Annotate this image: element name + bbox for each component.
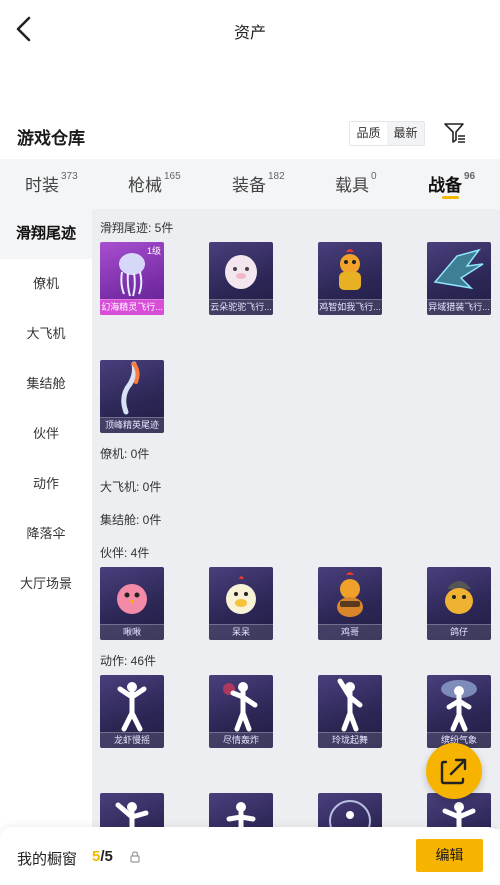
showcase-bar: 我的橱窗 5/5 编辑 — [0, 827, 500, 885]
item-card[interactable]: 呆呆 — [209, 567, 273, 640]
item-card[interactable]: 1级 幻海精灵飞行... — [100, 242, 164, 315]
dance-pose-icon — [223, 682, 258, 732]
edit-button[interactable]: 编辑 — [416, 839, 483, 872]
sidebar: 滑翔尾迹 僚机 大飞机 集结舱 伙伴 动作 降落伞 大厅场景 — [0, 209, 92, 829]
top-bar: 资产 — [0, 0, 500, 60]
tab-combat-gear[interactable]: 战备 96 — [428, 171, 475, 196]
chicken-robot-icon — [339, 249, 361, 290]
item-card[interactable] — [100, 793, 164, 829]
tab-fashion[interactable]: 时装 373 — [25, 171, 78, 196]
item-name: 鸡哥 — [318, 624, 382, 640]
item-name: 龙虾慢摇 — [100, 732, 164, 748]
sidebar-item-lobby-scene[interactable]: 大厅场景 — [0, 559, 92, 609]
bubble-pose-icon — [329, 800, 371, 829]
item-name: 呆呆 — [209, 624, 273, 640]
item-card[interactable]: 鸽仔 — [427, 567, 491, 640]
section-header-trail: 滑翔尾迹: 5件 — [100, 221, 174, 235]
item-card[interactable]: 鸡智如我飞行... — [318, 242, 382, 315]
rooster-guitar-icon — [337, 572, 363, 617]
item-card[interactable] — [318, 793, 382, 829]
sort-toggle: 品质 最新 — [349, 121, 425, 146]
sidebar-item-parachute[interactable]: 降落伞 — [0, 509, 92, 559]
lock-icon — [130, 851, 140, 863]
item-name: 幻海精灵飞行... — [100, 299, 164, 315]
sidebar-item-partner[interactable]: 伙伴 — [0, 409, 92, 459]
sort-option-newest[interactable]: 最新 — [387, 122, 424, 145]
item-name: 玲珑起舞 — [318, 732, 382, 748]
pink-chick-icon — [117, 584, 147, 614]
item-grid: 滑翔尾迹: 5件 1级 幻海精灵飞行... 云朵驼驼飞行... 鸡智如我飞行..… — [92, 209, 500, 829]
item-card[interactable]: 鸡哥 — [318, 567, 382, 640]
dance-pose-icon — [115, 802, 149, 829]
showcase-count: 5/5 — [92, 848, 113, 865]
section-header-pod: 集结舱: 0件 — [100, 513, 162, 527]
item-name: 顶峰精英尾迹 — [100, 417, 164, 433]
helmet-pigeon-icon — [445, 581, 473, 614]
dance-pose-icon — [337, 678, 363, 732]
tab-equipment[interactable]: 装备 182 — [232, 171, 285, 196]
item-card[interactable]: 尽情轰炸 — [209, 675, 273, 748]
warehouse-title: 游戏仓库 — [17, 129, 85, 148]
item-card[interactable]: 龙虾慢摇 — [100, 675, 164, 748]
active-tab-indicator — [442, 196, 459, 199]
sort-option-quality[interactable]: 品质 — [350, 122, 387, 145]
item-name: 鸽仔 — [427, 624, 491, 640]
sidebar-item-plane[interactable]: 大飞机 — [0, 309, 92, 359]
item-name: 啾啾 — [100, 624, 164, 640]
flame-trail-icon — [121, 361, 140, 415]
dance-pose-icon — [441, 680, 477, 732]
item-level: 1级 — [146, 246, 161, 256]
dragon-wing-icon — [433, 248, 484, 290]
page-title: 资产 — [233, 25, 266, 42]
category-tabs: 时装 373 枪械 165 装备 182 载具 0 战备 96 — [0, 159, 500, 209]
tab-vehicles[interactable]: 载具 0 — [335, 171, 377, 196]
fluffy-sheep-icon — [225, 255, 257, 289]
item-name: 尽情轰炸 — [209, 732, 273, 748]
item-name: 鸡智如我飞行... — [318, 299, 382, 315]
section-header-wingman: 僚机: 0件 — [100, 447, 150, 461]
item-card[interactable] — [209, 793, 273, 829]
sidebar-item-action[interactable]: 动作 — [0, 459, 92, 509]
sidebar-item-pod[interactable]: 集结舱 — [0, 359, 92, 409]
sidebar-item-trail[interactable]: 滑翔尾迹 — [0, 209, 92, 259]
showcase-label: 我的橱窗 — [17, 851, 78, 868]
item-card[interactable]: 玲珑起舞 — [318, 675, 382, 748]
section-header-action: 动作: 46件 — [100, 654, 157, 668]
filter-icon[interactable] — [443, 121, 467, 145]
item-name: 云朵驼驼飞行... — [209, 299, 273, 315]
sidebar-item-wingman[interactable]: 僚机 — [0, 259, 92, 309]
item-card[interactable]: 啾啾 — [100, 567, 164, 640]
item-card[interactable]: 异域猎装飞行... — [427, 242, 491, 315]
item-name: 异域猎装飞行... — [427, 299, 491, 315]
share-icon — [440, 758, 467, 785]
dance-pose-icon — [117, 682, 147, 732]
item-card[interactable]: 云朵驼驼飞行... — [209, 242, 273, 315]
tab-guns[interactable]: 枪械 165 — [128, 171, 181, 196]
item-card[interactable]: 顶峰精英尾迹 — [100, 360, 164, 433]
yellow-chick-icon — [226, 576, 256, 614]
section-header-partner: 伙伴: 4件 — [100, 546, 150, 560]
share-button[interactable] — [426, 743, 482, 799]
item-card[interactable]: 缤纷气象 — [427, 675, 491, 748]
dance-pose-icon — [226, 802, 256, 829]
section-header-plane: 大飞机: 0件 — [100, 480, 162, 494]
